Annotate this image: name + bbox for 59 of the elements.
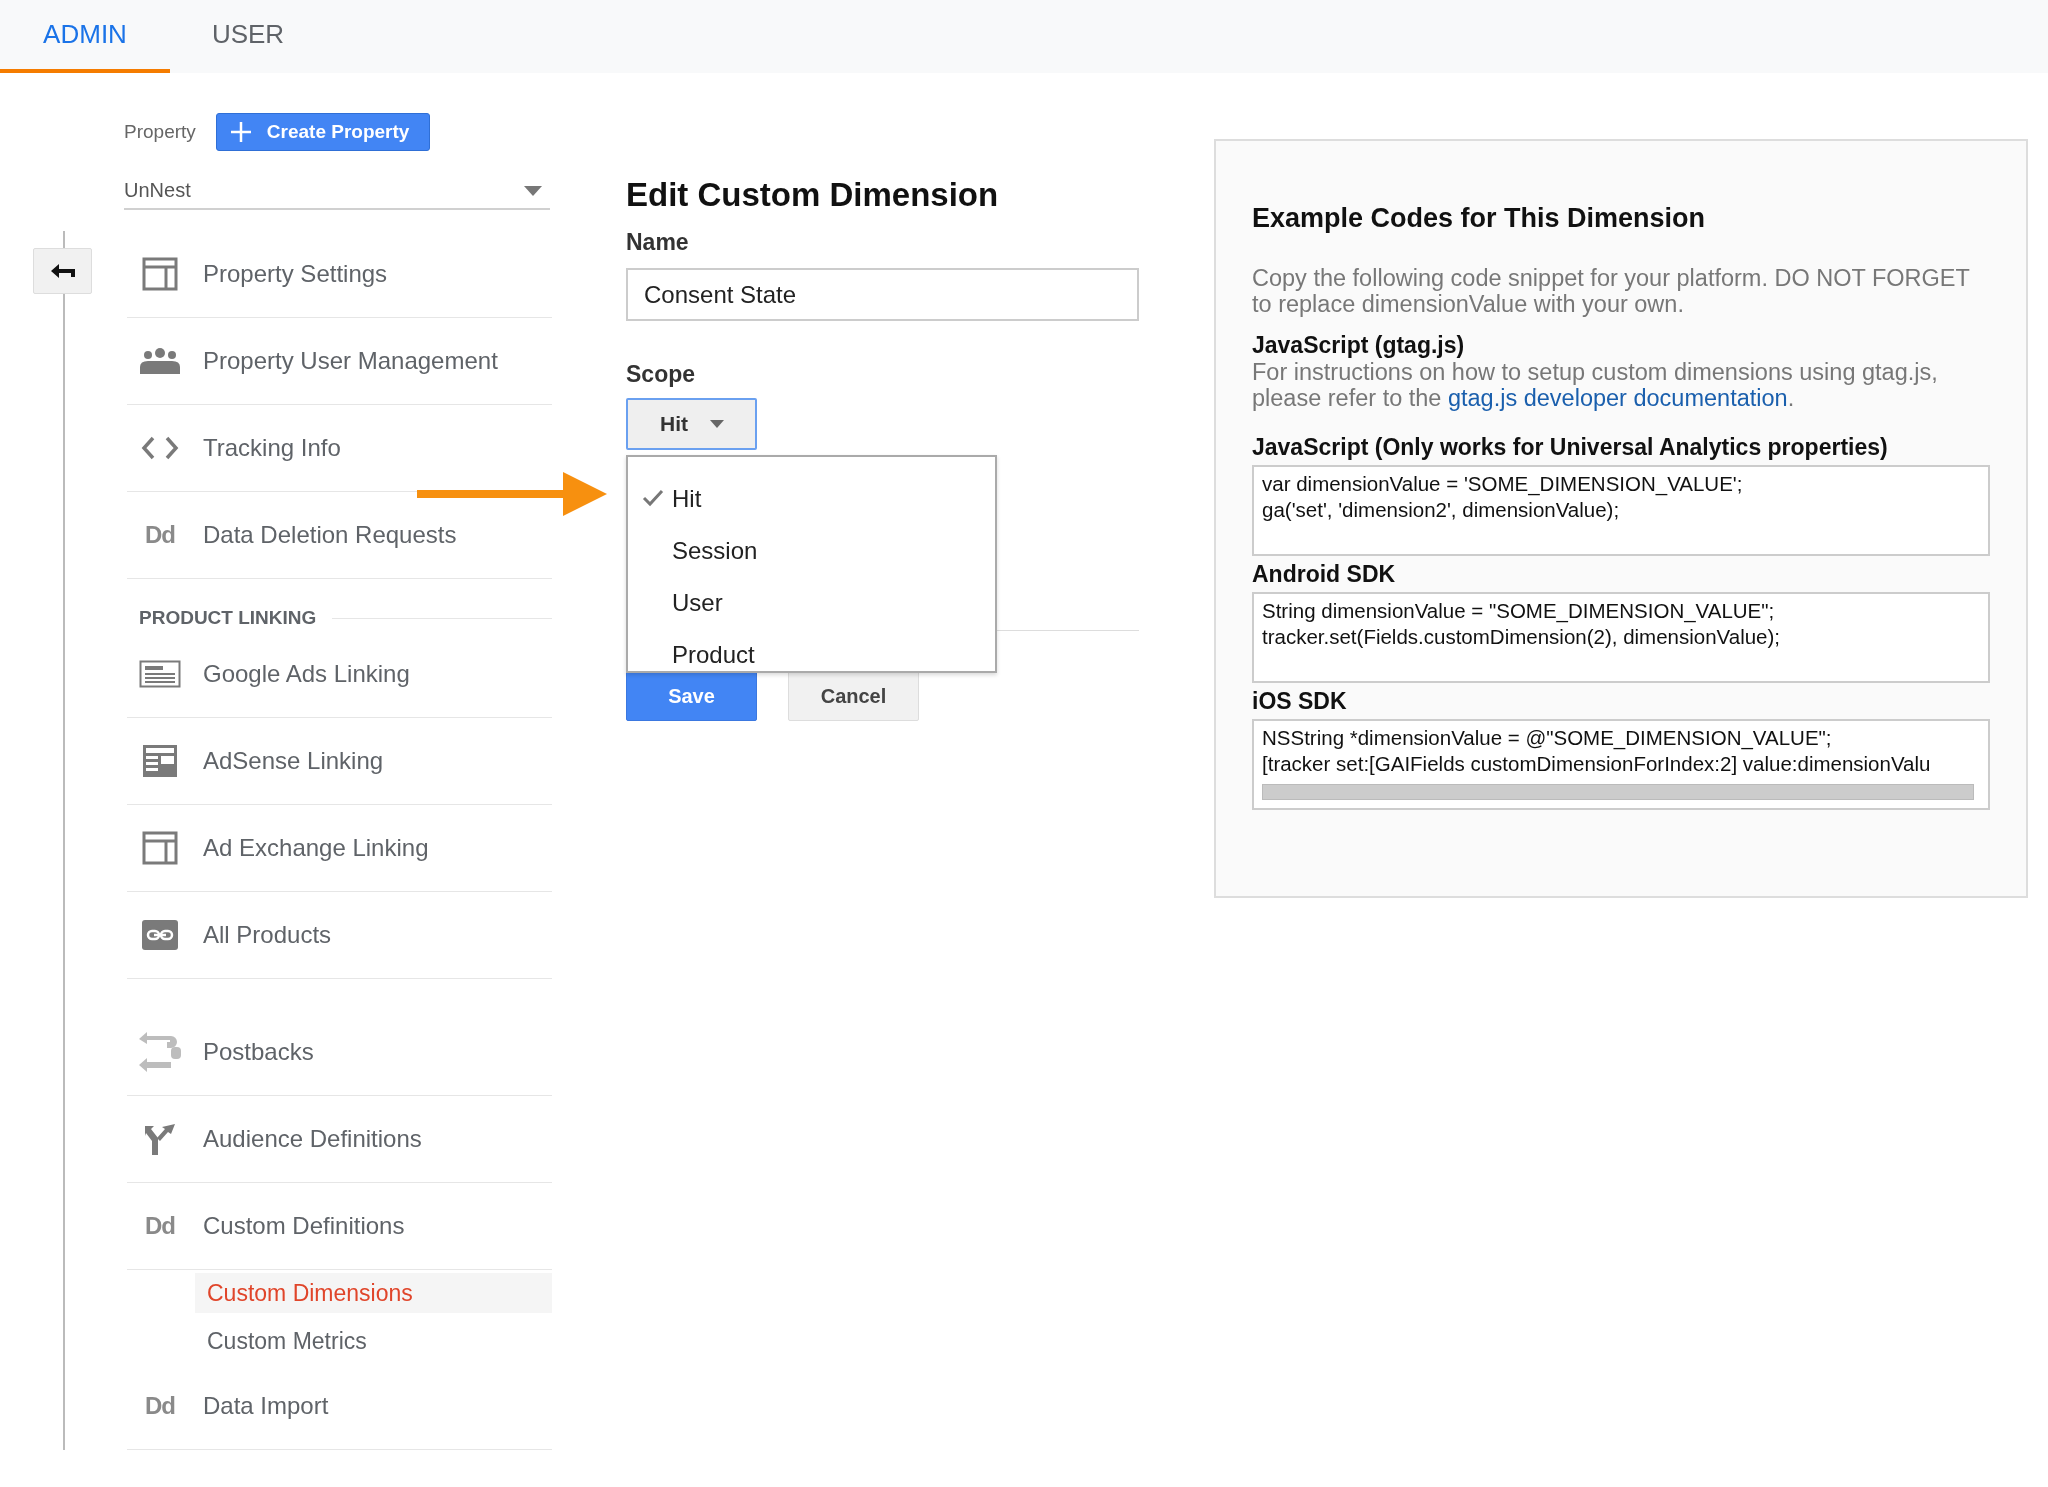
caret-icon [710,420,724,428]
fork-icon [143,1122,177,1156]
letters-icon: Dd [145,1392,175,1420]
code-icon [141,436,179,460]
section-heading: PRODUCT LINKING [139,606,317,630]
plus-icon [228,120,253,144]
grid-icon [143,745,177,777]
nav-item[interactable]: AdSense Linking [127,718,552,805]
property-label: Property [124,121,196,143]
people-icon [139,348,181,374]
nav-subitem[interactable]: Custom Metrics [195,1321,552,1361]
page-title: Edit Custom Dimension [626,175,1000,215]
section-heading: JavaScript (gtag.js) [1252,331,1466,359]
docs-link[interactable]: gtag.js developer documentation [1447,385,1788,411]
section-heading: iOS SDK [1252,687,1348,715]
scrollbar[interactable] [1262,784,1974,800]
code-line: ga('set', 'dimension2', dimensionValue); [1262,497,1621,523]
code-line: [tracker set:[GAIFields customDimensionForIndex:2] value:dimensionValu [1262,751,1932,777]
nav-item[interactable]: Audience Definitions [127,1096,552,1183]
tab[interactable]: USER [170,0,326,73]
nav-item[interactable]: Dd Custom Definitions [127,1183,552,1270]
layout-icon [142,257,178,291]
code-line: String dimensionValue = "SOME_DIMENSION_VALUE"; [1262,598,1776,624]
menu-option[interactable]: Hit [628,473,995,525]
code-line: tracker.set(Fields.customDimension(2), dimensionValue); [1262,624,1781,650]
code-line: NSString *dimensionValue = @"SOME_DIMENSION_VALUE"; [1262,725,1833,751]
name-field[interactable]: Consent State [626,268,1139,321]
nav-item[interactable]: All Products [127,892,552,979]
panel-title: Example Codes for This Dimension [1252,202,1707,235]
save-button[interactable]: Save [626,671,757,721]
cancel-button[interactable]: Cancel [788,671,919,721]
swap-arrows-icon [137,1029,183,1075]
field-label: Name [626,229,690,256]
nav-item[interactable]: Property Settings [127,231,552,318]
field-label: Scope [626,361,697,388]
tab[interactable]: ADMIN [0,0,170,73]
nav-subitem[interactable]: Custom Dimensions [195,1273,552,1313]
nav-item[interactable]: Google Ads Linking [127,631,552,718]
property-select[interactable]: UnNest [124,173,550,210]
instructions-text: For instructions on how to setup custom dimensions using gtag.js, please refer to the gtag.js developer documentation. [1252,359,1939,411]
list-icon [139,660,181,688]
nav-item[interactable]: Dd Data Import [127,1363,552,1450]
intro-text: Copy the following code snippet for your platform. DO NOT FORGET to replace dimensionValue with your own. [1252,265,1971,317]
code-line: var dimensionValue = 'SOME_DIMENSION_VALUE'; [1262,471,1744,497]
link-icon [142,920,178,950]
section-heading: Android SDK [1252,560,1397,588]
scope-dropdown[interactable]: Hit [626,398,757,450]
letters-icon: Dd [145,1212,175,1240]
back-button[interactable] [33,248,92,294]
nav-item[interactable]: Postbacks [127,1009,552,1096]
nav-item[interactable]: Ad Exchange Linking [127,805,552,892]
menu-option[interactable]: Session [628,525,995,577]
nav-item[interactable]: Property User Management [127,318,552,405]
letters-icon: Dd [145,521,175,549]
layout-icon [142,831,178,865]
section-heading: JavaScript (Only works for Universal Analytics properties) [1252,433,1889,461]
menu-option[interactable]: User [628,577,995,629]
create-property-button[interactable]: Create Property [215,113,431,151]
caret-icon [524,185,542,196]
